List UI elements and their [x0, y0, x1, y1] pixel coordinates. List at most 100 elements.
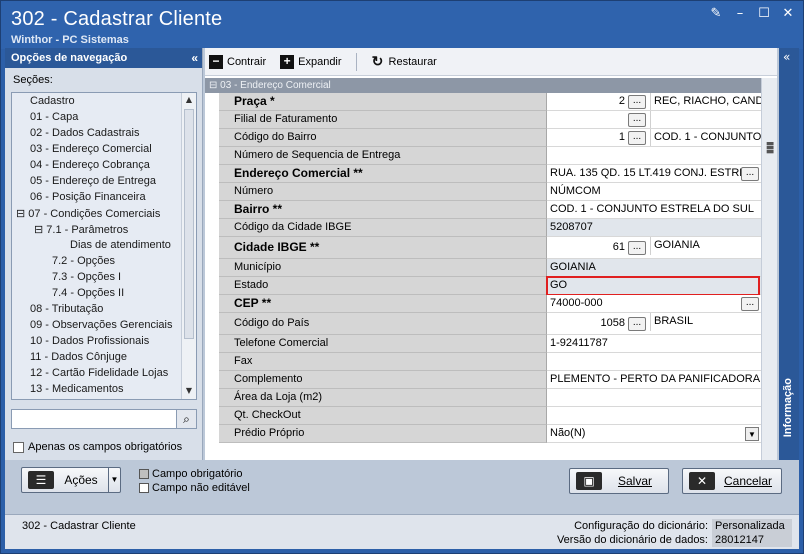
field-value-endereco-comercial[interactable]: RUA. 135 QD. 15 LT.419 CONJ. ESTREL ...: [547, 165, 761, 183]
info-pane-label: Informação: [782, 378, 794, 438]
tree-scrollbar[interactable]: ▲ ▼: [181, 93, 196, 399]
navigation-panel: Opções de navegação « Seções: Cadastro 0…: [5, 48, 203, 460]
field-value-sequencia-entrega[interactable]: [547, 147, 761, 165]
scroll-thumb[interactable]: [184, 109, 194, 339]
field-value-codigo-pais[interactable]: 1058 ... BRASIL: [547, 313, 761, 335]
lookup-button[interactable]: ...: [628, 95, 646, 109]
tree-expander-icon[interactable]: ⊟: [34, 224, 46, 236]
edit-window-icon[interactable]: ✎: [709, 7, 723, 21]
field-value-cidade-ibge[interactable]: 61 ... GOIANIA: [547, 237, 761, 259]
tree-item-opcoes[interactable]: 7.2 - Opções: [52, 255, 115, 267]
actions-label: Ações: [64, 473, 98, 487]
tree-item-opcoes-i[interactable]: 7.3 - Opções I: [52, 271, 121, 283]
legend-required-label: Campo obrigatório: [152, 468, 243, 480]
field-label: Prédio Próprio: [219, 425, 547, 443]
scroll-down-icon[interactable]: ▼: [182, 384, 196, 398]
tree-item-medicamentos[interactable]: 13 - Medicamentos: [30, 383, 124, 395]
scroll-grip-icon[interactable]: ▬ ▬ ▬: [765, 140, 775, 157]
cancel-icon: ✕: [689, 472, 715, 490]
actions-button[interactable]: ☰ Ações ▼: [21, 467, 121, 493]
tree-expander-icon[interactable]: ⊟: [16, 208, 28, 220]
scroll-up-icon[interactable]: ▲: [182, 93, 196, 107]
field-value-predio-proprio[interactable]: Não(N) ▼: [547, 425, 761, 443]
lookup-button[interactable]: ...: [628, 131, 646, 145]
close-icon[interactable]: ✕: [781, 7, 795, 21]
legend: Campo obrigatório Campo não editável: [139, 467, 250, 495]
ellipsis-button[interactable]: ...: [741, 167, 759, 181]
dictionary-version-value: 28012147: [712, 533, 792, 547]
field-value-praca[interactable]: 2 ... REC, RIACHO, CAND-: [547, 93, 761, 111]
tree-item-label: 7.1 - Parâmetros: [46, 224, 129, 236]
save-label: Salvar: [617, 474, 652, 488]
field-label: Número: [219, 183, 547, 201]
filial-description: [650, 111, 654, 128]
lookup-button[interactable]: ...: [628, 317, 646, 331]
field-value-fax[interactable]: [547, 353, 761, 371]
plus-icon: +: [280, 54, 295, 69]
chevron-down-icon[interactable]: ▼: [108, 468, 120, 492]
grid-scrollbar[interactable]: ▬ ▬ ▬: [761, 78, 777, 460]
actions-icon: ☰: [28, 471, 54, 489]
field-value-codigo-bairro[interactable]: 1 ... COD. 1 - CONJUNTO E: [547, 129, 761, 147]
tree-item-observacoes-gerenciais[interactable]: 09 - Observações Gerenciais: [30, 319, 172, 331]
tree-item-posicao-financeira[interactable]: 06 - Posição Financeira: [30, 191, 146, 203]
navigation-header-label: Opções de navegação: [11, 52, 128, 64]
chevron-down-icon[interactable]: ▼: [745, 427, 759, 441]
maximize-icon[interactable]: ☐: [757, 7, 771, 21]
only-required-option[interactable]: Apenas os campos obrigatórios: [13, 441, 182, 453]
dictionary-config-row: Configuração do dicionário: Personalizad…: [550, 519, 792, 533]
expand-button[interactable]: + Expandir: [280, 54, 342, 69]
save-button[interactable]: ▣ Salvar: [569, 468, 669, 494]
tree-item-condicoes-comerciais[interactable]: ⊟ 07 - Condições Comerciais: [16, 207, 160, 220]
field-value-filial[interactable]: ...: [547, 111, 761, 129]
field-value-qt-checkout[interactable]: [547, 407, 761, 425]
window-controls: ✎ – ☐ ✕: [709, 7, 795, 21]
tree-item-opcoes-ii[interactable]: 7.4 - Opções II: [52, 287, 124, 299]
tree-item-tributacao[interactable]: 08 - Tributação: [30, 303, 103, 315]
section-search-input[interactable]: ⌕: [11, 409, 197, 429]
field-label: Endereço Comercial **: [219, 165, 547, 183]
window-title: 302 - Cadastrar Cliente: [11, 8, 223, 30]
field-value-bairro[interactable]: COD. 1 - CONJUNTO ESTRELA DO SUL: [547, 201, 761, 219]
tree-item-cadastro[interactable]: Cadastro: [30, 95, 75, 107]
tree-item-dados-profissionais[interactable]: 10 - Dados Profissionais: [30, 335, 149, 347]
tree-item-endereco-cobranca[interactable]: 04 - Endereço Cobrança: [30, 159, 150, 171]
ellipsis-button[interactable]: ...: [741, 297, 759, 311]
bottom-bar: ☰ Ações ▼ Campo obrigatório Campo não ed…: [5, 460, 799, 514]
lookup-button[interactable]: ...: [628, 113, 646, 127]
search-icon[interactable]: ⌕: [176, 410, 196, 428]
tree-item-cartao-fidelidade[interactable]: 12 - Cartão Fidelidade Lojas: [30, 367, 168, 379]
lookup-button[interactable]: ...: [628, 241, 646, 255]
only-required-checkbox[interactable]: [13, 441, 24, 453]
group-title: 03 - Endereço Comercial: [220, 80, 331, 91]
tree-item-dados-cadastrais[interactable]: 02 - Dados Cadastrais: [30, 127, 139, 139]
restore-button[interactable]: ↻ Restaurar: [371, 54, 437, 69]
info-pane[interactable]: « Informação: [779, 48, 799, 460]
tree-item-capa[interactable]: 01 - Capa: [30, 111, 78, 123]
field-row-telefone-comercial: Telefone Comercial 1-92411787: [219, 335, 761, 353]
tree-item-parametros[interactable]: ⊟ 7.1 - Parâmetros: [34, 223, 128, 236]
field-text: GOIANIA: [550, 261, 596, 273]
field-value-numero[interactable]: NÚMCOM: [547, 183, 761, 201]
collapse-button[interactable]: − Contrair: [209, 54, 266, 69]
cancel-button[interactable]: ✕ Cancelar: [682, 468, 782, 494]
dictionary-version-label: Versão do dicionário de dados:: [556, 534, 708, 546]
field-row-estado: Estado GO: [219, 276, 761, 296]
status-title: 302 - Cadastrar Cliente: [22, 520, 136, 532]
field-text: GO: [550, 279, 568, 291]
minimize-icon[interactable]: –: [733, 7, 747, 21]
group-collapse-icon[interactable]: ⊟: [209, 80, 220, 91]
legend-not-editable: Campo não editável: [139, 481, 250, 495]
field-value-area-loja[interactable]: [547, 389, 761, 407]
tree-item-dados-conjuge[interactable]: 11 - Dados Cônjuge: [30, 351, 127, 363]
field-value-cep[interactable]: 74000-000 ...: [547, 295, 761, 313]
field-value-complemento[interactable]: PLEMENTO - PERTO DA PANIFICADORA MU: [547, 371, 761, 389]
tree-item-dias-atendimento[interactable]: Dias de atendimento: [70, 239, 171, 251]
tree-item-endereco-entrega[interactable]: 05 - Endereço de Entrega: [30, 175, 156, 187]
field-value-telefone-comercial[interactable]: 1-92411787: [547, 335, 761, 353]
collapse-info-icon[interactable]: «: [783, 50, 790, 64]
group-header[interactable]: ⊟ 03 - Endereço Comercial: [205, 78, 761, 93]
field-text: Não(N): [550, 427, 586, 439]
tree-item-endereco-comercial[interactable]: 03 - Endereço Comercial: [30, 143, 152, 155]
collapse-nav-icon[interactable]: «: [191, 48, 198, 68]
